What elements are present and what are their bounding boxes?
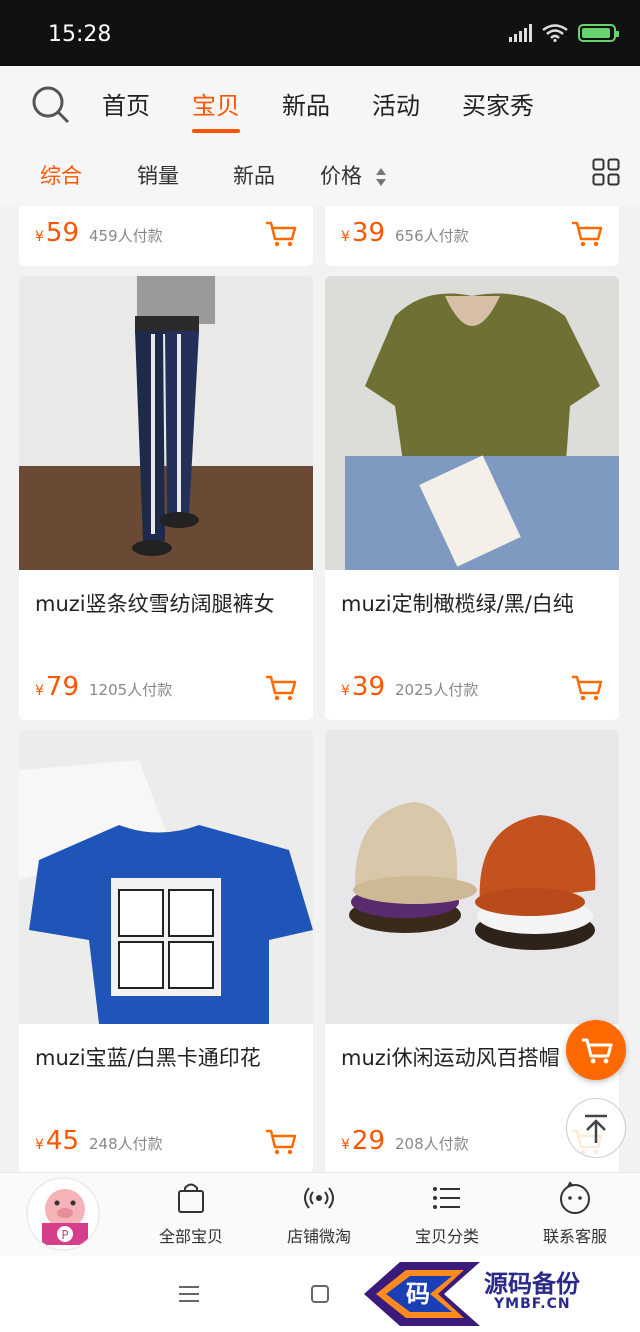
product-price: 39 xyxy=(351,218,386,248)
sold-count: 459人付款 xyxy=(89,227,163,245)
add-to-cart-icon[interactable] xyxy=(571,674,603,702)
product-card[interactable]: muzi宝蓝/白黑卡通印花 ¥ 45 248人付款 xyxy=(19,730,313,1172)
sold-count: 656人付款 xyxy=(395,227,469,245)
price-row: ¥ 79 1205人付款 xyxy=(35,672,172,702)
price-row: ¥ 39 656人付款 xyxy=(341,218,469,248)
shop-logo-icon: P xyxy=(42,1189,88,1245)
product-image[interactable] xyxy=(19,276,313,570)
status-bar: 15:28 xyxy=(0,0,640,66)
sort-price[interactable]: 价格 xyxy=(320,160,387,190)
currency-symbol: ¥ xyxy=(35,1137,44,1153)
watermark-logo: 码 源码备份 YMBF.CN xyxy=(360,1256,640,1332)
wifi-icon xyxy=(542,24,568,42)
shop-feed-label: 店铺微淘 xyxy=(286,1227,351,1246)
product-price: 59 xyxy=(45,218,80,248)
product-title[interactable]: muzi定制橄榄绿/黑/白纯 xyxy=(341,588,603,618)
categories-button[interactable]: 宝贝分类 xyxy=(397,1181,497,1247)
add-to-cart-icon[interactable] xyxy=(571,220,603,248)
product-price: 79 xyxy=(45,672,80,702)
price-row: ¥ 59 459人付款 xyxy=(35,218,163,248)
status-icons xyxy=(509,24,619,42)
status-time: 15:28 xyxy=(48,22,112,47)
categories-label: 宝贝分类 xyxy=(414,1227,479,1246)
tab-home[interactable]: 首页 xyxy=(102,86,150,121)
all-products-label: 全部宝贝 xyxy=(158,1227,223,1246)
currency-symbol: ¥ xyxy=(341,1137,350,1153)
sold-count: 2025人付款 xyxy=(395,681,479,699)
shop-bottom-bar: P 全部宝贝 店铺微淘 宝贝分类 联系客服 xyxy=(0,1172,640,1256)
product-image[interactable] xyxy=(19,730,313,1024)
product-image[interactable] xyxy=(325,730,619,1024)
currency-symbol: ¥ xyxy=(35,229,44,245)
sort-price-label: 价格 xyxy=(320,164,362,188)
product-grid: ¥ 59 459人付款 ¥ 39 656人付款 muzi竖条纹雪纺阔腿裤女 ¥ … xyxy=(0,206,640,1172)
list-icon xyxy=(433,1187,460,1209)
sort-bar: 综合 销量 新品 价格 xyxy=(0,140,640,206)
broadcast-icon xyxy=(304,1187,334,1209)
nav-tabs: 首页 宝贝 新品 活动 买家秀 xyxy=(102,86,534,133)
menu-icon[interactable] xyxy=(178,1284,200,1304)
tab-buyer-show[interactable]: 买家秀 xyxy=(462,86,534,121)
cart-icon xyxy=(582,1038,613,1064)
sort-composite[interactable]: 综合 xyxy=(40,160,82,190)
shop-feed-button[interactable]: 店铺微淘 xyxy=(269,1181,369,1247)
add-to-cart-icon[interactable] xyxy=(265,220,297,248)
sort-sales[interactable]: 销量 xyxy=(137,160,179,190)
signal-icon xyxy=(509,24,532,42)
product-card[interactable]: ¥ 39 656人付款 xyxy=(325,206,619,266)
watermark-badge-char: 码 xyxy=(406,1279,430,1308)
sort-arrows-icon xyxy=(375,168,386,186)
price-row: ¥ 39 2025人付款 xyxy=(341,672,478,702)
price-row: ¥ 45 248人付款 xyxy=(35,1126,163,1156)
product-price: 45 xyxy=(45,1126,80,1156)
home-icon[interactable] xyxy=(310,1284,330,1304)
service-icon xyxy=(560,1181,590,1214)
product-card[interactable]: muzi竖条纹雪纺阔腿裤女 ¥ 79 1205人付款 xyxy=(19,276,313,720)
currency-symbol: ¥ xyxy=(341,683,350,699)
product-image[interactable] xyxy=(325,276,619,570)
sold-count: 1205人付款 xyxy=(89,681,173,699)
search-icon[interactable] xyxy=(30,84,70,124)
customer-service-label: 联系客服 xyxy=(542,1227,607,1246)
tab-new-arrivals[interactable]: 新品 xyxy=(282,86,330,121)
grid-view-icon[interactable] xyxy=(592,158,620,186)
watermark-domain: YMBF.CN xyxy=(494,1296,571,1312)
sort-new[interactable]: 新品 xyxy=(233,160,275,190)
all-products-button[interactable]: 全部宝贝 xyxy=(141,1181,241,1247)
product-price: 39 xyxy=(351,672,386,702)
add-to-cart-icon[interactable] xyxy=(265,1128,297,1156)
tab-promotions[interactable]: 活动 xyxy=(372,86,420,121)
shop-avatar[interactable]: P xyxy=(26,1177,100,1251)
product-title[interactable]: muzi竖条纹雪纺阔腿裤女 xyxy=(35,588,297,618)
price-row: ¥ 29 208人付款 xyxy=(341,1126,469,1156)
product-card[interactable]: ¥ 59 459人付款 xyxy=(19,206,313,266)
arrow-up-icon xyxy=(585,1114,607,1143)
battery-icon xyxy=(578,24,619,42)
back-to-top-button[interactable] xyxy=(566,1098,626,1158)
svg-text:P: P xyxy=(61,1228,68,1242)
watermark-brand: 源码备份 xyxy=(484,1270,580,1298)
product-title[interactable]: muzi休闲运动风百搭帽 xyxy=(341,1042,603,1072)
bag-icon xyxy=(178,1183,204,1213)
add-to-cart-icon[interactable] xyxy=(265,674,297,702)
currency-symbol: ¥ xyxy=(341,229,350,245)
floating-cart-button[interactable] xyxy=(566,1020,626,1080)
tab-products[interactable]: 宝贝 xyxy=(192,86,240,133)
system-nav-bar: 码 源码备份 YMBF.CN xyxy=(0,1256,640,1332)
shop-top-nav: 首页 宝贝 新品 活动 买家秀 xyxy=(0,66,640,140)
product-card[interactable]: muzi定制橄榄绿/黑/白纯 ¥ 39 2025人付款 xyxy=(325,276,619,720)
currency-symbol: ¥ xyxy=(35,683,44,699)
sold-count: 248人付款 xyxy=(89,1135,163,1153)
product-title[interactable]: muzi宝蓝/白黑卡通印花 xyxy=(35,1042,297,1072)
customer-service-button[interactable]: 联系客服 xyxy=(525,1181,625,1247)
sold-count: 208人付款 xyxy=(395,1135,469,1153)
product-price: 29 xyxy=(351,1126,386,1156)
